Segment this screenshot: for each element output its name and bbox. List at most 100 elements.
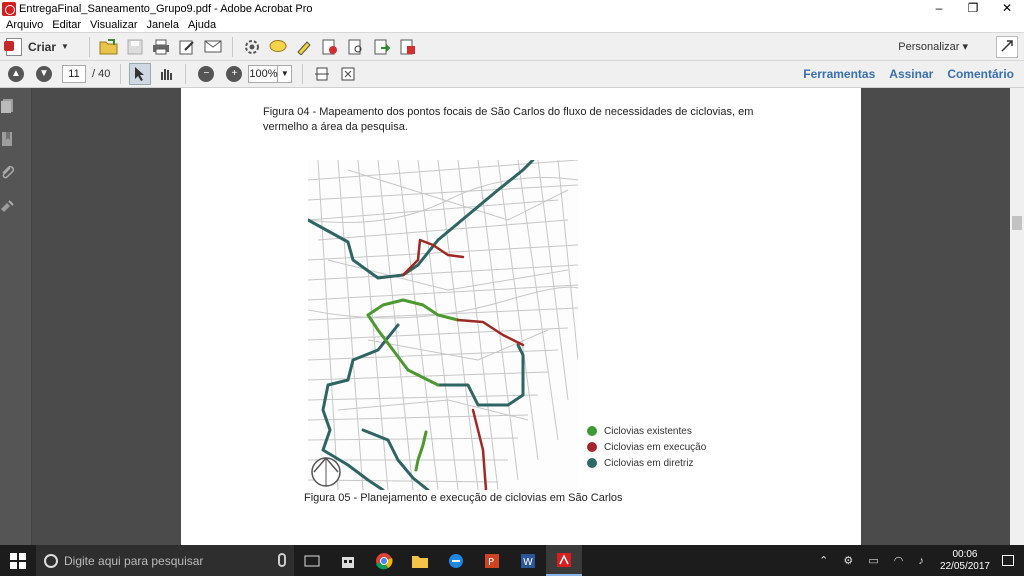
edit-button[interactable] <box>176 36 198 58</box>
teal-dot-icon <box>587 458 597 468</box>
comment-icon <box>269 39 287 52</box>
chrome-button[interactable] <box>366 545 402 576</box>
highlight-icon <box>297 40 311 55</box>
task-view-icon <box>304 555 320 566</box>
fit-width-icon <box>341 67 355 81</box>
taskbar-search[interactable]: Digite aqui para pesquisar <box>36 545 294 576</box>
settings-button[interactable] <box>241 36 263 58</box>
fit-width-button[interactable] <box>337 63 359 85</box>
attachment-icon[interactable] <box>0 164 15 180</box>
fullscreen-button[interactable] <box>996 36 1018 58</box>
chrome-icon <box>376 552 393 569</box>
acrobat-icon <box>2 1 16 16</box>
delete-page-button[interactable] <box>319 36 341 58</box>
assinar-link[interactable]: Assinar <box>889 67 933 81</box>
zoom-input[interactable]: 100% <box>248 65 279 83</box>
menu-ajuda[interactable]: Ajuda <box>188 19 216 31</box>
open-folder-button[interactable] <box>98 36 120 58</box>
fit-page-button[interactable] <box>311 63 333 85</box>
pdf-page: Figura 04 - Mapeamento dos pontos focais… <box>181 88 861 545</box>
arrow-down-icon: ▼ <box>39 68 49 79</box>
restore-button[interactable]: ❐ <box>956 0 990 17</box>
menu-arquivo[interactable]: Arquivo <box>6 19 43 31</box>
red-dot-icon <box>587 442 597 452</box>
zoom-dropdown[interactable]: ▼ <box>278 65 293 83</box>
legend-label: Ciclovias existentes <box>604 425 692 437</box>
acrobat-taskbar-button[interactable] <box>546 545 582 576</box>
email-button[interactable] <box>202 36 224 58</box>
zoom-out-button[interactable]: − <box>198 66 215 82</box>
export-page-icon <box>374 39 390 54</box>
export-page-button[interactable] <box>371 36 393 58</box>
legend-label: Ciclovias em execução <box>604 441 707 453</box>
criar-button[interactable]: Criar ▼ <box>4 37 69 56</box>
folder-icon <box>412 555 428 568</box>
menu-janela[interactable]: Janela <box>147 19 179 31</box>
page-number-input[interactable]: 11 <box>62 65 86 83</box>
svg-text:W: W <box>523 557 533 568</box>
microphone-icon[interactable] <box>278 553 286 567</box>
highlight-button[interactable] <box>293 36 315 58</box>
search-page-button[interactable] <box>345 36 367 58</box>
personalizar-dropdown[interactable]: Personalizar ▾ <box>898 40 968 53</box>
fit-page-icon <box>315 67 330 81</box>
bookmark-icon[interactable] <box>0 131 14 147</box>
select-tool-button[interactable] <box>129 63 152 85</box>
hand-tool-button[interactable] <box>155 63 177 85</box>
store-icon <box>342 556 354 568</box>
search-placeholder: Digite aqui para pesquisar <box>64 553 204 568</box>
gear-icon <box>244 39 259 54</box>
criar-label: Criar <box>28 39 57 54</box>
task-view-button[interactable] <box>294 545 330 576</box>
cortana-icon <box>44 553 58 568</box>
minimize-button[interactable]: – <box>922 0 956 17</box>
edit-icon <box>179 40 194 54</box>
navigation-pane <box>0 88 32 545</box>
clock-time: 00:06 <box>952 548 978 560</box>
toolbar-divider <box>120 64 122 84</box>
email-icon <box>204 40 222 52</box>
chevron-down-icon: ▼ <box>280 69 289 78</box>
word-button[interactable]: W <box>510 545 546 576</box>
print-button[interactable] <box>150 36 172 58</box>
figure-05-caption: Figura 05 - Planejamento e execução de c… <box>304 492 623 504</box>
zoom-in-button[interactable]: + <box>226 66 243 82</box>
ferramentas-link[interactable]: Ferramentas <box>803 67 875 81</box>
edge-icon <box>449 553 463 568</box>
file-explorer-button[interactable] <box>402 545 438 576</box>
edge-button[interactable] <box>438 545 474 576</box>
notification-icon[interactable] <box>1002 555 1014 566</box>
pdf-tool-button[interactable] <box>397 36 419 58</box>
pages-icon[interactable] <box>0 98 14 114</box>
next-page-button[interactable]: ▼ <box>36 66 52 82</box>
clock[interactable]: 00:06 22/05/2017 <box>940 549 990 573</box>
hand-icon <box>161 69 173 80</box>
panel-links: Ferramentas Assinar Comentário <box>789 67 1014 81</box>
store-button[interactable] <box>330 545 366 576</box>
vertical-scrollbar[interactable] <box>1010 88 1024 545</box>
word-icon: W <box>521 553 535 568</box>
delete-page-icon <box>322 39 337 54</box>
toolbar-divider <box>302 64 304 84</box>
cursor-icon <box>135 67 145 81</box>
svg-text:P: P <box>488 557 494 568</box>
comment-button[interactable] <box>267 36 289 58</box>
start-button[interactable] <box>0 545 36 576</box>
previous-page-button[interactable]: ▲ <box>8 66 24 82</box>
powerpoint-button[interactable]: P <box>474 545 510 576</box>
close-button[interactable]: ✕ <box>990 0 1024 17</box>
menu-editar[interactable]: Editar <box>52 19 81 31</box>
comentario-link[interactable]: Comentário <box>947 67 1014 81</box>
tray-icons[interactable]: ⌃ ⚙ ▭ ◠ ♪ <box>819 554 930 567</box>
menu-visualizar[interactable]: Visualizar <box>90 19 138 31</box>
save-button[interactable] <box>124 36 146 58</box>
toolbar-divider <box>231 36 233 57</box>
pdf-tool-icon <box>400 39 415 54</box>
scroll-thumb[interactable] <box>1012 216 1022 230</box>
legend-label: Ciclovias em diretriz <box>604 457 694 469</box>
powerpoint-icon: P <box>485 553 499 568</box>
arrow-up-icon: ▲ <box>11 68 21 79</box>
signature-icon[interactable] <box>0 197 14 213</box>
save-icon <box>127 39 143 54</box>
page-search-icon <box>348 39 362 54</box>
